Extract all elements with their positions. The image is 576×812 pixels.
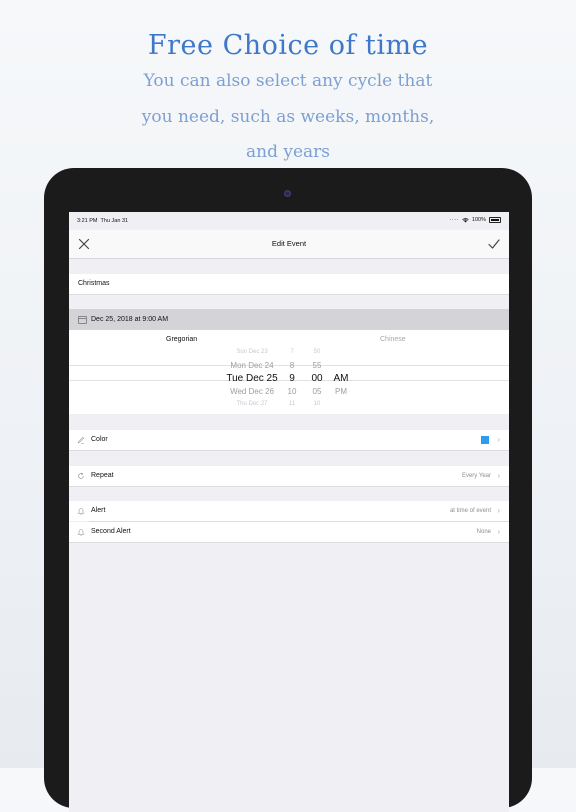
tablet-device: 3:21 PM Thu Jan 31 ···· 100% Edit Event … (44, 168, 532, 812)
promo-subtitle: You can also select any cycle that you n… (0, 64, 576, 171)
status-time: 3:21 PM (77, 218, 98, 224)
chevron-right-icon: › (497, 435, 500, 444)
picker-day-item: Wed Dec 26 (230, 387, 274, 396)
promo-subtitle-line: You can also select any cycle that (143, 71, 433, 91)
pen-icon (77, 436, 85, 444)
status-bar: 3:21 PM Thu Jan 31 ···· 100% (69, 212, 509, 230)
promo-subtitle-line: you need, such as weeks, months, (141, 106, 435, 127)
repeat-icon (78, 472, 84, 479)
promo-title: Free Choice of time (147, 30, 429, 61)
tab-chinese[interactable]: Chinese (380, 336, 406, 343)
ampm-wheel[interactable]: AM PM (330, 372, 352, 398)
repeat-value: Every Year (461, 473, 491, 479)
picker-minute-item: 55 (312, 361, 322, 370)
repeat-label: Repeat (91, 472, 114, 479)
color-swatch (481, 436, 489, 444)
picker-hour-item: 8 (289, 361, 295, 370)
second-alert-row[interactable]: Second Alert None › (69, 522, 509, 542)
repeat-row[interactable]: Repeat Every Year › (69, 466, 509, 486)
picker-day-selected: Tue Dec 25 (226, 373, 278, 384)
event-name-field[interactable]: Christmas (69, 274, 509, 294)
chevron-right-icon: › (497, 527, 500, 536)
calendar-icon (78, 316, 87, 324)
picker-hour-selected: 9 (289, 373, 295, 384)
app-screen: 3:21 PM Thu Jan 31 ···· 100% Edit Event … (69, 212, 509, 812)
divider (69, 542, 509, 543)
alert-value: at time of event (449, 508, 491, 514)
picker-minute-item: 50 (313, 349, 321, 355)
chevron-right-icon: › (497, 471, 500, 480)
wifi-icon (462, 217, 469, 222)
picker-hour-item: 10 (287, 387, 297, 396)
color-row[interactable]: Color › (69, 430, 509, 450)
picker-minute-item: 05 (312, 387, 322, 396)
day-wheel[interactable]: Sun Dec 23 Mon Dec 24 Tue Dec 25 Wed Dec… (219, 346, 285, 411)
picker-minute-item: 10 (313, 401, 321, 407)
hour-wheel[interactable]: 7 8 9 10 11 (283, 346, 301, 411)
second-alert-label: Second Alert (91, 528, 131, 535)
camera-icon (284, 190, 291, 197)
minute-wheel[interactable]: 50 55 00 05 10 (306, 346, 328, 411)
checkmark-icon[interactable] (487, 237, 501, 251)
promo-subtitle-line: and years (245, 142, 331, 162)
picker-hour-item: 7 (290, 349, 294, 355)
color-label: Color (91, 436, 108, 443)
picker-day-item: Sun Dec 23 (236, 349, 268, 355)
event-name-text: Christmas (78, 280, 110, 287)
alert-row[interactable]: Alert at time of event › (69, 501, 509, 521)
bell-icon (77, 529, 85, 536)
nav-title: Edit Event (271, 239, 307, 248)
chevron-right-icon: › (497, 506, 500, 515)
second-alert-value: None (476, 529, 491, 535)
bell-icon (77, 508, 85, 515)
divider (69, 294, 509, 295)
date-summary-row[interactable]: Dec 25, 2018 at 9:00 AM (69, 309, 509, 330)
alert-label: Alert (91, 507, 106, 514)
date-picker: Gregorian Chinese Sun Dec 23 Mon Dec 24 … (69, 330, 509, 414)
tab-gregorian[interactable]: Gregorian (166, 336, 197, 343)
battery-percent: 100% (471, 217, 486, 223)
picker-ampm-item: PM (335, 387, 347, 396)
divider (69, 450, 509, 451)
picker-minute-selected: 00 (311, 373, 323, 384)
picker-ampm-selected: AM (333, 373, 349, 384)
navigation-bar: Edit Event (69, 230, 509, 259)
picker-day-item: Thu Dec 27 (236, 401, 268, 407)
status-date: Thu Jan 31 (100, 218, 129, 224)
divider (69, 486, 509, 487)
picker-hour-item: 11 (288, 401, 296, 407)
signal-icon: ···· (449, 217, 459, 223)
battery-icon (489, 217, 501, 223)
date-summary-text: Dec 25, 2018 at 9:00 AM (91, 316, 169, 323)
picker-day-item: Mon Dec 24 (230, 361, 274, 370)
